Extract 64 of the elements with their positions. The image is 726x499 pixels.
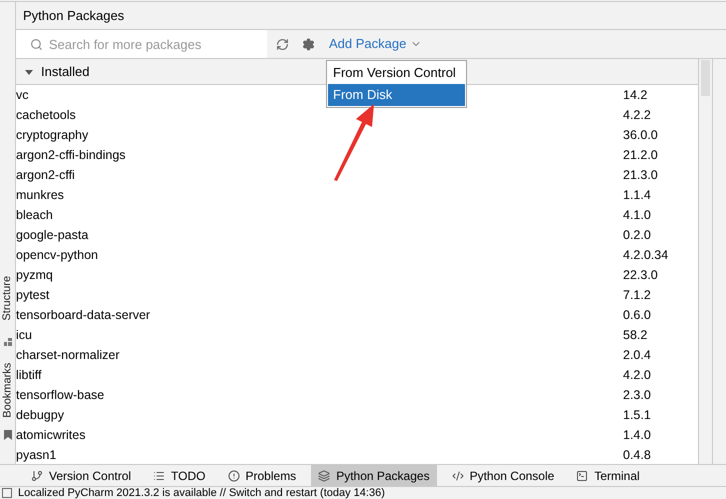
tool-tab[interactable]: TODO	[146, 465, 212, 486]
search-icon	[30, 38, 43, 50]
alert-icon	[228, 470, 240, 482]
package-version: 36.0.0	[623, 126, 659, 144]
package-version: 4.2.0.34	[623, 246, 670, 264]
package-version: 21.3.0	[623, 166, 659, 184]
package-name: icu	[16, 326, 32, 344]
menu-item[interactable]: From Version Control	[328, 62, 465, 84]
scrollbar-thumb[interactable]	[701, 60, 710, 96]
tool-tab[interactable]: Problems	[220, 465, 304, 486]
package-name: pyasn1	[16, 446, 56, 464]
package-name: cachetools	[16, 106, 76, 124]
grid-icon	[4, 338, 12, 346]
package-name: pyzmq	[16, 266, 53, 284]
package-name: bleach	[16, 206, 53, 224]
package-name: pytest	[16, 286, 50, 304]
package-version: 58.2	[623, 326, 648, 344]
package-version: 1.4.0	[623, 426, 652, 444]
package-version: 2.3.0	[623, 386, 652, 404]
package-version: 4.2.2	[623, 106, 652, 124]
code-icon	[452, 470, 464, 482]
package-name: debugpy	[16, 406, 64, 424]
section-label: Installed	[41, 62, 90, 81]
package-name: charset-normalizer	[16, 346, 120, 364]
side-tab[interactable]: Bookmarks	[0, 362, 16, 418]
package-name: atomicwrites	[16, 426, 86, 444]
settings-icon[interactable]	[302, 38, 315, 50]
package-version: 1.1.4	[623, 186, 652, 204]
side-tab[interactable]: Structure	[0, 276, 16, 320]
package-name: cryptography	[16, 126, 88, 144]
package-name: libtiff	[16, 366, 42, 384]
add-package-button[interactable]: Add Package	[329, 34, 422, 54]
package-name: munkres	[16, 186, 64, 204]
package-version: 4.2.0	[623, 366, 652, 384]
refresh-icon[interactable]	[276, 38, 289, 50]
tool-tab[interactable]: Terminal	[569, 465, 647, 486]
checkbox-icon	[2, 488, 12, 498]
panel-title: Python Packages	[23, 6, 124, 25]
status-message: Localized PyCharm 2021.3.2 is available // Switch and restart (today 14:36)	[18, 487, 385, 499]
package-version: 2.0.4	[623, 346, 652, 364]
package-version: 0.2.0	[623, 226, 652, 244]
tool-tab[interactable]: Version Control	[24, 465, 138, 486]
tool-tab[interactable]: Python Packages	[311, 465, 437, 486]
package-version: 4.1.0	[623, 206, 652, 224]
package-name: tensorflow-base	[16, 386, 104, 404]
package-name: google-pasta	[16, 226, 88, 244]
menu-item[interactable]: From Disk	[328, 84, 465, 106]
package-version: 1.5.1	[623, 406, 652, 424]
package-version: 7.1.2	[623, 286, 652, 304]
package-name: argon2-cffi	[16, 166, 75, 184]
package-version: 14.2	[623, 86, 648, 104]
package-name: opencv-python	[16, 246, 98, 264]
bookmark-icon	[4, 430, 12, 440]
package-version: 0.4.8	[623, 446, 652, 464]
package-version: 0.6.0	[623, 306, 652, 324]
layers-icon	[318, 470, 330, 482]
terminal-icon	[576, 470, 588, 482]
package-name: tensorboard-data-server	[16, 306, 150, 324]
package-name: vc	[16, 86, 28, 104]
tool-tab[interactable]: Python Console	[444, 465, 562, 486]
package-version: 21.2.0	[623, 146, 659, 164]
branch-icon	[31, 470, 43, 482]
package-name: argon2-cffi-bindings	[16, 146, 126, 164]
package-version: 22.3.0	[623, 266, 659, 284]
